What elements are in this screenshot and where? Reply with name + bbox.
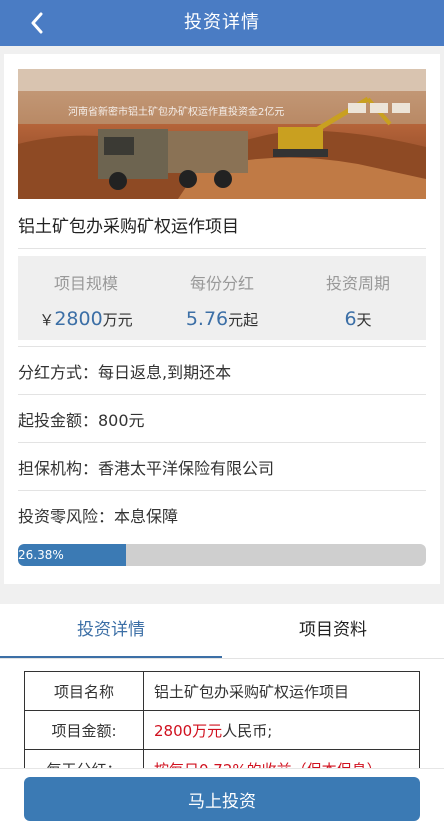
- stat-value: ￥2800万元: [18, 308, 154, 330]
- divider: [18, 394, 426, 395]
- progress-label: 26.38%: [18, 548, 64, 562]
- divider: [18, 346, 426, 347]
- stat-dividend: 每份分红 5.76元起: [154, 256, 290, 340]
- stat-unit: 天: [356, 311, 372, 329]
- stat-value: 5.76元起: [154, 308, 290, 330]
- table-value: 2800万元人民币;: [143, 710, 420, 750]
- info-dividend-method: 分红方式：每日返息,到期还本: [18, 363, 232, 382]
- divider: [18, 248, 426, 249]
- project-banner-image: 河南省新密市铝土矿包办矿权运作直投资金2亿元: [18, 69, 426, 199]
- table-value-highlight: 2800万元: [154, 721, 223, 740]
- info-guarantor: 担保机构：香港太平洋保险有限公司: [18, 459, 275, 478]
- stat-number: 2800: [54, 308, 103, 330]
- divider: [18, 442, 426, 443]
- tab-project-info[interactable]: 项目资料: [222, 604, 444, 658]
- stat-period: 投资周期 6天: [290, 256, 426, 340]
- divider: [18, 490, 426, 491]
- stat-prefix: ￥: [39, 311, 55, 329]
- stat-label: 每份分红: [189, 274, 254, 293]
- stat-value: 6天: [290, 308, 426, 330]
- table-value-text: 人民币;: [222, 721, 273, 740]
- page-title: 投资详情: [184, 12, 260, 33]
- top-nav-bar: 投资详情: [0, 0, 444, 46]
- stat-unit: 万元: [102, 311, 133, 329]
- table-key: 项目金额:: [24, 710, 144, 750]
- stats-panel: 项目规模 ￥2800万元 每份分红 5.76元起 投资周期 6天: [18, 256, 426, 340]
- project-title: 铝土矿包办采购矿权运作项目: [18, 217, 239, 237]
- stat-number: 6: [344, 308, 357, 330]
- project-card: 河南省新密市铝土矿包办矿权运作直投资金2亿元 铝土矿包办采购矿权运作项目 项目规…: [4, 54, 440, 584]
- table-value: 铝土矿包办采购矿权运作项目: [143, 671, 420, 711]
- invest-now-button[interactable]: 马上投资: [24, 777, 420, 821]
- banner-caption: 河南省新密市铝土矿包办矿权运作直投资金2亿元: [68, 107, 285, 118]
- stat-label: 投资周期: [325, 274, 390, 293]
- table-key: 项目名称: [24, 671, 144, 711]
- stat-label: 项目规模: [53, 274, 118, 293]
- stat-unit: 元起: [228, 311, 259, 329]
- table-row: 项目名称 铝土矿包办采购矿权运作项目: [24, 671, 420, 711]
- tab-investment-details[interactable]: 投资详情: [0, 604, 222, 658]
- stat-project-scale: 项目规模 ￥2800万元: [18, 256, 154, 340]
- detail-tabs: 投资详情 项目资料: [0, 604, 444, 659]
- stat-number: 5.76: [185, 308, 229, 330]
- investment-progress-bar: 26.38%: [18, 544, 426, 566]
- bottom-action-bar: 马上投资: [0, 768, 444, 829]
- info-risk: 投资零风险：本息保障: [18, 507, 179, 526]
- info-min-investment: 起投金额：800元: [18, 411, 145, 430]
- table-row: 项目金额: 2800万元人民币;: [24, 710, 420, 750]
